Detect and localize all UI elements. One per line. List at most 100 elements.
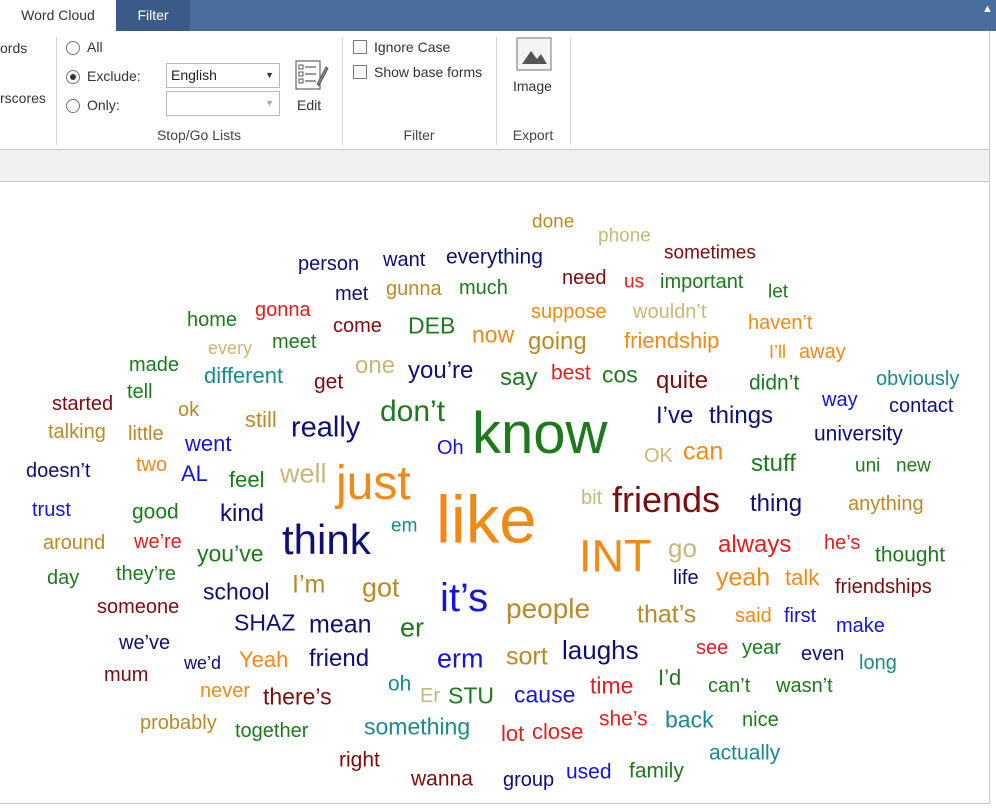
radio-only[interactable]: [66, 99, 80, 113]
cloud-word[interactable]: started: [52, 394, 113, 414]
cloud-word[interactable]: they’re: [116, 564, 176, 584]
partial-option-scores[interactable]: rscores: [0, 90, 46, 106]
cloud-word[interactable]: like: [436, 487, 537, 554]
cloud-word[interactable]: suppose: [531, 302, 607, 322]
cloud-word[interactable]: long: [859, 653, 897, 673]
cloud-word[interactable]: anything: [848, 494, 924, 514]
cloud-word[interactable]: that’s: [637, 602, 696, 628]
exclude-list-dropdown[interactable]: English ▼: [166, 63, 280, 88]
cloud-word[interactable]: I’ll: [769, 343, 786, 361]
cloud-word[interactable]: make: [836, 616, 885, 636]
cloud-word[interactable]: there’s: [263, 685, 332, 709]
cloud-word[interactable]: group: [503, 770, 554, 790]
cloud-word[interactable]: you’ve: [197, 542, 263, 566]
cloud-word[interactable]: wasn’t: [776, 676, 833, 696]
cloud-word[interactable]: got: [362, 574, 400, 602]
cloud-word[interactable]: need: [562, 268, 607, 288]
cloud-word[interactable]: met: [335, 284, 368, 304]
cloud-word[interactable]: good: [132, 502, 179, 523]
cloud-word[interactable]: school: [203, 580, 269, 604]
cloud-word[interactable]: different: [204, 365, 283, 387]
cloud-word[interactable]: thing: [750, 492, 802, 516]
cloud-word[interactable]: always: [718, 533, 791, 557]
cloud-word[interactable]: much: [459, 278, 508, 298]
cloud-word[interactable]: thought: [875, 545, 945, 566]
cloud-word[interactable]: laughs: [562, 637, 639, 663]
cloud-word[interactable]: I’m: [292, 572, 325, 598]
cloud-word[interactable]: way: [822, 390, 858, 410]
cloud-word[interactable]: think: [282, 519, 371, 561]
cloud-word[interactable]: still: [245, 409, 277, 431]
cloud-word[interactable]: she’s: [599, 709, 648, 730]
cloud-word[interactable]: person: [298, 254, 359, 274]
cloud-word[interactable]: we’re: [134, 532, 182, 552]
cloud-word[interactable]: year: [742, 638, 781, 658]
cloud-word[interactable]: mum: [104, 665, 148, 685]
edit-list-button[interactable]: Edit: [290, 57, 332, 119]
cloud-word[interactable]: doesn’t: [26, 461, 91, 481]
cloud-word[interactable]: SHAZ: [234, 611, 295, 635]
cloud-word[interactable]: every: [208, 339, 252, 357]
cloud-word[interactable]: around: [43, 533, 105, 553]
cloud-word[interactable]: OK: [644, 446, 673, 466]
cloud-word[interactable]: even: [801, 644, 844, 664]
cloud-word[interactable]: DEB: [408, 314, 455, 338]
cloud-word[interactable]: INT: [579, 534, 652, 579]
cloud-word[interactable]: someone: [97, 597, 179, 617]
cloud-word[interactable]: phone: [598, 227, 651, 246]
cloud-word[interactable]: together: [235, 721, 308, 741]
cloud-word[interactable]: meet: [272, 332, 316, 352]
cloud-word[interactable]: gonna: [255, 300, 311, 320]
cloud-word[interactable]: family: [629, 761, 684, 782]
cloud-word[interactable]: sometimes: [664, 244, 756, 263]
cloud-word[interactable]: things: [709, 404, 773, 428]
cloud-word[interactable]: never: [200, 681, 250, 701]
cloud-word[interactable]: talking: [48, 422, 106, 442]
cloud-word[interactable]: two: [136, 455, 167, 475]
ignore-case-checkbox[interactable]: [353, 40, 367, 54]
cloud-word[interactable]: come: [333, 316, 382, 336]
cloud-word[interactable]: it’s: [440, 578, 488, 618]
cloud-word[interactable]: sort: [506, 644, 548, 670]
cloud-word[interactable]: didn’t: [749, 373, 799, 394]
cloud-word[interactable]: feel: [229, 469, 264, 491]
cloud-word[interactable]: uni: [855, 457, 880, 476]
cloud-word[interactable]: I’ve: [656, 404, 693, 428]
cloud-word[interactable]: went: [185, 433, 231, 455]
cloud-word[interactable]: home: [187, 310, 237, 330]
cloud-word[interactable]: Yeah: [239, 649, 288, 671]
cloud-word[interactable]: done: [532, 213, 574, 232]
cloud-word[interactable]: stuff: [751, 452, 796, 476]
cloud-word[interactable]: new: [896, 457, 931, 476]
cloud-word[interactable]: wouldn’t: [633, 302, 706, 322]
cloud-word[interactable]: back: [665, 708, 714, 732]
cloud-word[interactable]: kind: [220, 502, 264, 526]
cloud-word[interactable]: can’t: [708, 676, 750, 696]
cloud-word[interactable]: friends: [612, 482, 720, 518]
cloud-word[interactable]: haven’t: [748, 313, 813, 333]
cloud-word[interactable]: now: [472, 323, 514, 347]
cloud-word[interactable]: life: [673, 568, 699, 588]
cloud-word[interactable]: oh: [388, 674, 411, 695]
cloud-word[interactable]: right: [339, 750, 380, 771]
cloud-word[interactable]: get: [314, 372, 343, 393]
cloud-word[interactable]: AL: [181, 463, 208, 485]
cloud-word[interactable]: going: [528, 330, 587, 354]
cloud-word[interactable]: STU: [448, 684, 494, 708]
cloud-word[interactable]: away: [799, 342, 846, 362]
export-image-button[interactable]: Image: [508, 35, 560, 97]
tab-word-cloud[interactable]: Word Cloud: [0, 0, 116, 31]
cloud-word[interactable]: erm: [437, 645, 484, 673]
cloud-word[interactable]: you’re: [408, 359, 473, 383]
cloud-word[interactable]: we’d: [184, 654, 221, 672]
cloud-word[interactable]: I’d: [658, 667, 681, 689]
cloud-word[interactable]: say: [500, 366, 537, 390]
cloud-word[interactable]: friend: [309, 647, 369, 671]
cloud-word[interactable]: tell: [127, 382, 153, 402]
cloud-word[interactable]: actually: [709, 743, 780, 764]
cloud-word[interactable]: cause: [514, 683, 575, 707]
tab-filter[interactable]: Filter: [116, 0, 190, 31]
cloud-word[interactable]: made: [129, 355, 179, 375]
show-base-forms-checkbox[interactable]: [353, 65, 367, 79]
cloud-word[interactable]: us: [624, 273, 644, 292]
